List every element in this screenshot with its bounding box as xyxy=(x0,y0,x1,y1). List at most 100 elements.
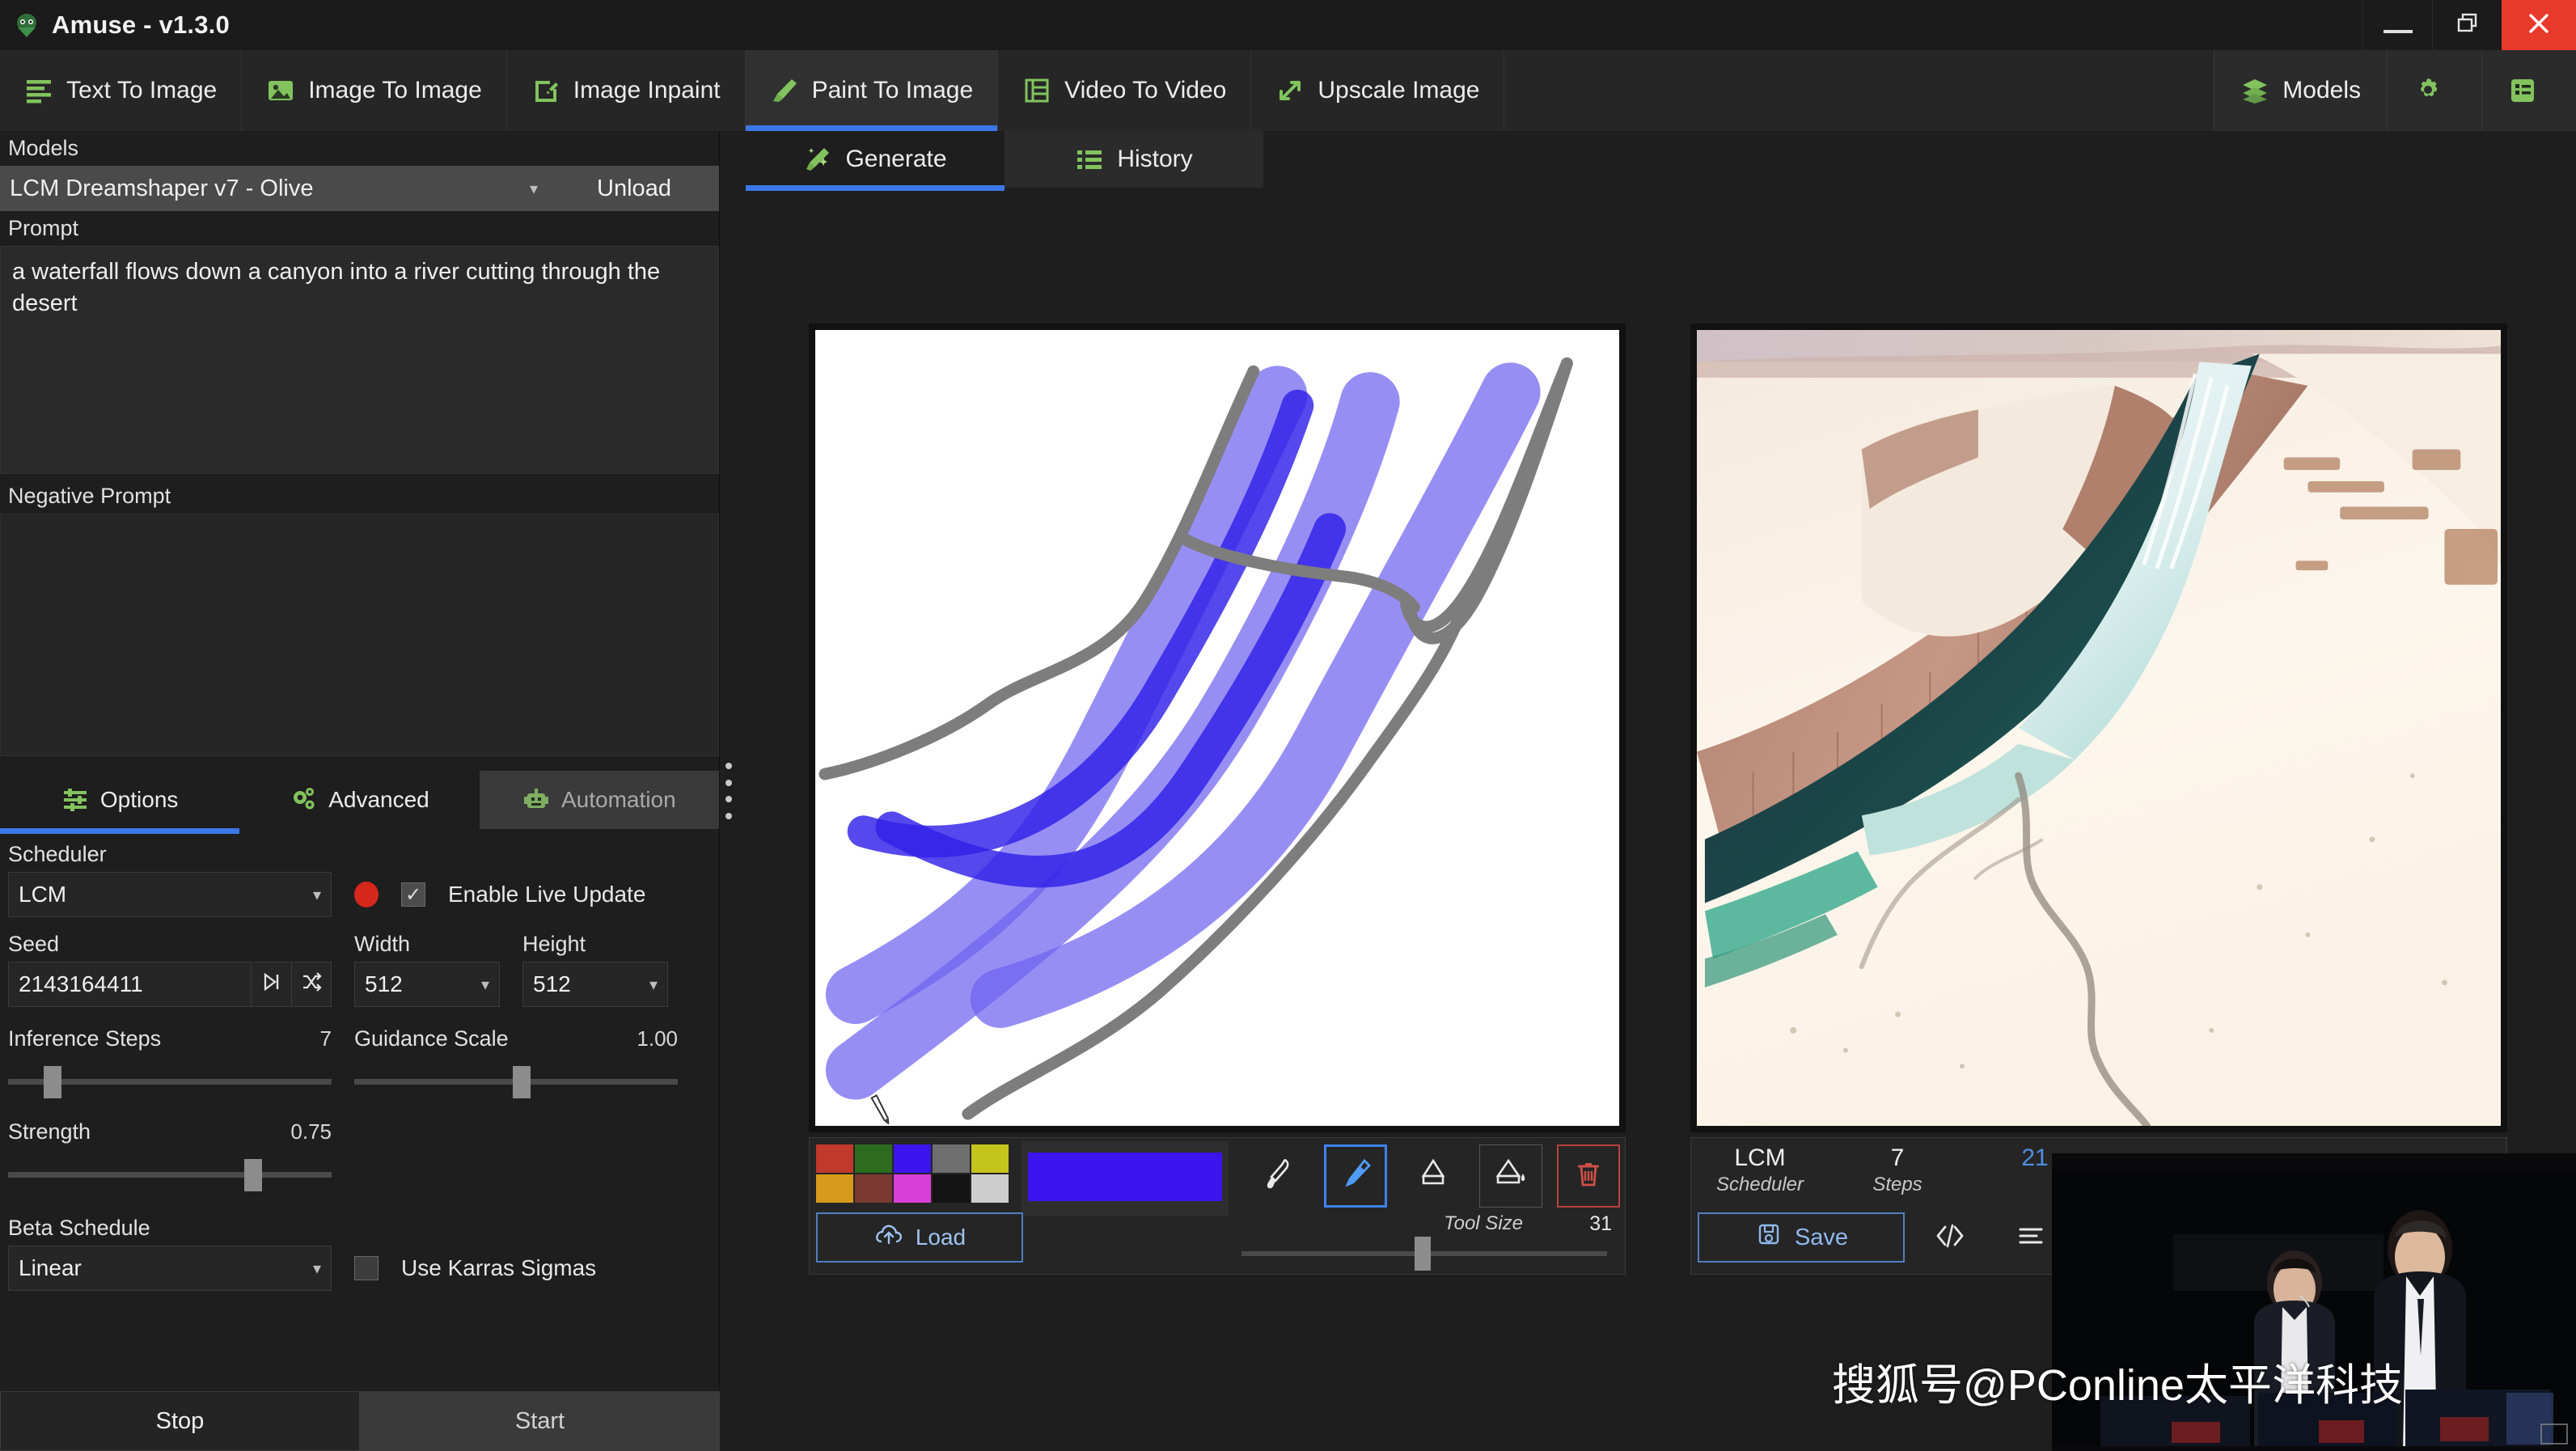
seed-random-button[interactable] xyxy=(291,962,332,1007)
current-color-preview[interactable] xyxy=(1028,1153,1222,1201)
models-button[interactable]: Models xyxy=(2214,50,2387,131)
fill-bucket-tool-button[interactable] xyxy=(1479,1144,1542,1208)
paint-canvas-frame xyxy=(809,324,1626,1132)
enable-live-update-label: Enable Live Update xyxy=(448,882,645,907)
tab-automation-label: Automation xyxy=(561,787,676,813)
save-image-button[interactable]: Save xyxy=(1698,1212,1905,1263)
marker-tool-button[interactable] xyxy=(1324,1144,1387,1208)
title-bar: Amuse - v1.3.0 xyxy=(0,0,2576,50)
use-karras-sigmas-checkbox[interactable] xyxy=(354,1256,379,1280)
strength-value: 0.75 xyxy=(290,1119,332,1144)
height-select[interactable]: 512 ▾ xyxy=(522,962,668,1007)
palette-swatch[interactable] xyxy=(933,1144,970,1173)
model-selector-row: LCM Dreamshaper v7 - Olive ▾ Unload xyxy=(0,166,719,211)
panel-list-button[interactable] xyxy=(2481,50,2576,131)
inference-steps-slider[interactable] xyxy=(8,1064,332,1100)
use-karras-sigmas-label: Use Karras Sigmas xyxy=(401,1255,596,1281)
video-resize-corner-icon xyxy=(2540,1424,2568,1445)
inference-steps-value: 7 xyxy=(320,1026,332,1051)
stop-button[interactable]: Stop xyxy=(0,1391,360,1451)
lines-icon xyxy=(24,76,53,105)
start-button[interactable]: Start xyxy=(360,1391,720,1451)
tab-options[interactable]: Options xyxy=(0,771,239,829)
chevron-down-icon: ▾ xyxy=(649,975,658,995)
tab-generate[interactable]: Generate xyxy=(746,131,1005,188)
width-select[interactable]: 512 ▾ xyxy=(354,962,500,1007)
chevron-down-icon: ▾ xyxy=(313,1259,321,1279)
model-select[interactable]: LCM Dreamshaper v7 - Olive ▾ xyxy=(0,166,549,211)
view-code-button[interactable] xyxy=(1918,1212,1982,1263)
palette-swatch[interactable] xyxy=(816,1144,853,1173)
palette-swatch[interactable] xyxy=(816,1174,853,1203)
tab-automation[interactable]: Automation xyxy=(480,771,719,829)
minimize-icon xyxy=(2384,30,2413,33)
slider-thumb[interactable] xyxy=(44,1066,61,1098)
chevron-down-icon: ▾ xyxy=(481,975,489,995)
film-icon xyxy=(1022,76,1051,105)
gear-icon xyxy=(2413,76,2443,105)
seed-input[interactable]: 2143164411 xyxy=(8,962,251,1007)
sidebar-option-tabs: Options Advanced xyxy=(0,771,719,829)
nav-tab-image-to-image[interactable]: Image To Image xyxy=(242,50,507,131)
unload-button[interactable]: Unload xyxy=(549,166,719,211)
guidance-scale-slider[interactable] xyxy=(354,1064,678,1100)
nav-tab-label: Video To Video xyxy=(1064,77,1226,104)
palette-swatch[interactable] xyxy=(971,1174,1009,1203)
tool-size-slider-thumb[interactable] xyxy=(1415,1237,1431,1271)
pencil-square-icon xyxy=(531,76,560,105)
picture-icon xyxy=(266,76,295,105)
palette-swatch[interactable] xyxy=(855,1174,892,1203)
sliders-icon xyxy=(61,786,89,814)
generated-image[interactable] xyxy=(1697,330,2501,1126)
marker-icon xyxy=(1337,1156,1374,1197)
palette-swatch[interactable] xyxy=(894,1144,931,1173)
options-panel: Scheduler LCM ▾ ✓ Enable Live Update See… xyxy=(0,829,719,1291)
meta-steps: 7 Steps xyxy=(1829,1144,1966,1196)
enable-live-update-checkbox[interactable]: ✓ xyxy=(401,882,425,907)
nav-tab-image-inpaint[interactable]: Image Inpaint xyxy=(507,50,746,131)
top-navigation-right: Models xyxy=(2214,50,2576,131)
prompt-label: Prompt xyxy=(0,211,719,246)
slider-thumb[interactable] xyxy=(513,1066,531,1098)
palette-swatch[interactable] xyxy=(933,1174,970,1203)
close-icon xyxy=(2526,11,2552,40)
tab-options-label: Options xyxy=(100,787,179,813)
minimize-button[interactable] xyxy=(2362,0,2432,50)
palette-swatch[interactable] xyxy=(971,1144,1009,1173)
sidebar-splitter[interactable] xyxy=(720,131,738,1451)
tab-history[interactable]: History xyxy=(1005,131,1263,188)
seed-next-button[interactable] xyxy=(251,962,291,1007)
shuffle-icon xyxy=(301,971,322,998)
layers-icon xyxy=(2240,76,2269,105)
nav-tab-paint-to-image[interactable]: Paint To Image xyxy=(746,50,999,131)
close-button[interactable] xyxy=(2502,0,2576,50)
left-sidebar: Models LCM Dreamshaper v7 - Olive ▾ Unlo… xyxy=(0,131,720,1451)
list-panel-icon xyxy=(2508,76,2537,105)
clear-canvas-button[interactable] xyxy=(1557,1144,1620,1208)
strength-slider[interactable] xyxy=(8,1157,332,1193)
nav-tab-upscale-image[interactable]: Upscale Image xyxy=(1251,50,1504,131)
scheduler-select[interactable]: LCM ▾ xyxy=(8,872,332,917)
guidance-scale-value: 1.00 xyxy=(637,1026,678,1051)
negative-prompt-input[interactable] xyxy=(0,514,719,756)
robot-icon xyxy=(522,786,550,814)
palette-swatch[interactable] xyxy=(855,1144,892,1173)
prompt-input[interactable]: a waterfall flows down a canyon into a r… xyxy=(0,246,719,474)
slider-thumb[interactable] xyxy=(244,1159,262,1191)
settings-button[interactable] xyxy=(2387,50,2481,131)
tab-advanced[interactable]: Advanced xyxy=(239,771,479,829)
load-image-button[interactable]: Load xyxy=(816,1212,1023,1263)
paint-canvas[interactable] xyxy=(815,330,1619,1126)
top-navigation: Text To Image Image To Image Image I xyxy=(0,50,2576,131)
palette-swatch[interactable] xyxy=(894,1174,931,1203)
nav-tab-text-to-image[interactable]: Text To Image xyxy=(0,50,242,131)
brush-icon xyxy=(1259,1156,1296,1197)
maximize-button[interactable] xyxy=(2432,0,2502,50)
tool-size-value: 31 xyxy=(1589,1212,1612,1236)
trash-icon xyxy=(1571,1157,1606,1196)
tool-size-label: Tool Size xyxy=(1444,1212,1523,1235)
eraser-tool-button[interactable] xyxy=(1402,1144,1465,1208)
nav-tab-video-to-video[interactable]: Video To Video xyxy=(998,50,1251,131)
brush-tool-button[interactable] xyxy=(1246,1144,1309,1208)
beta-schedule-select[interactable]: Linear ▾ xyxy=(8,1246,332,1291)
